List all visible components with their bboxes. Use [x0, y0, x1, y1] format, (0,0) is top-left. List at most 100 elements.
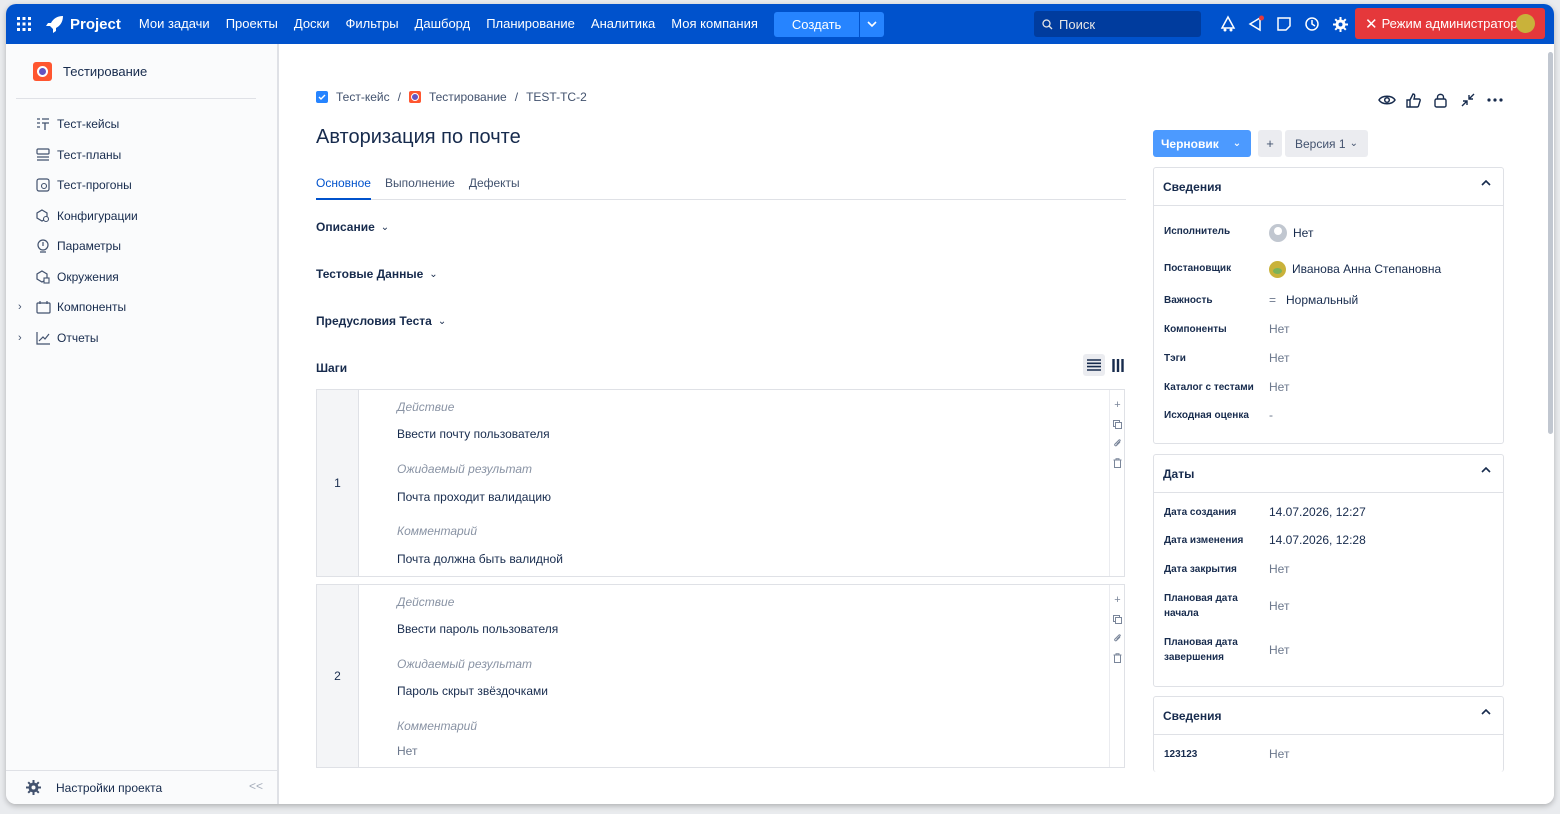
detail-key: Каталог с тестами	[1164, 382, 1254, 393]
chevron-down-icon	[867, 21, 877, 27]
breadcrumb-project[interactable]: Тестирование	[429, 90, 507, 104]
page-title[interactable]: Авторизация по почте	[316, 126, 521, 149]
step-comment-label: Комментарий	[397, 719, 478, 733]
delete-step-icon[interactable]	[1112, 652, 1123, 664]
step-number: 2	[317, 585, 359, 767]
status-dropdown[interactable]: Черновик ⌄	[1153, 130, 1251, 157]
admin-mode-button[interactable]: ✕ Режим администратора	[1355, 8, 1545, 39]
detail-value[interactable]: Нет	[1269, 380, 1289, 395]
attach-icon[interactable]	[1112, 632, 1123, 644]
chevron-up-icon	[1481, 180, 1491, 186]
create-button[interactable]: Создать	[773, 11, 860, 37]
more-button[interactable]	[1481, 90, 1508, 110]
sidebar-item-components[interactable]: › Компоненты	[16, 292, 266, 323]
breadcrumb-key[interactable]: TEST-TC-2	[526, 90, 587, 104]
history-button[interactable]	[1298, 4, 1326, 44]
chevron-down-icon: ⌄	[1349, 138, 1358, 149]
watch-button[interactable]	[1373, 90, 1400, 110]
sidebar-item-label: Параметры	[57, 239, 121, 254]
delete-step-icon[interactable]	[1112, 457, 1123, 469]
sidebar-item-parameters[interactable]: Параметры	[16, 231, 266, 262]
notifications-button[interactable]	[1214, 4, 1242, 44]
sidebar-item-configurations[interactable]: Конфигурации	[16, 201, 266, 232]
nav-projects[interactable]: Проекты	[218, 4, 286, 44]
detail-value[interactable]: Нет	[1269, 747, 1289, 762]
notes-button[interactable]	[1270, 4, 1298, 44]
test-data-section-toggle[interactable]: Тестовые Данные ⌄	[316, 267, 438, 281]
sidebar-item-reports[interactable]: › Отчеты	[16, 323, 266, 354]
panel-title: Сведения	[1163, 179, 1222, 194]
nav-boards[interactable]: Доски	[286, 4, 338, 44]
collapse-sidebar-button[interactable]: <<	[249, 779, 263, 793]
breadcrumb-type[interactable]: Тест-кейс	[336, 90, 390, 104]
step-comment[interactable]: Нет	[397, 744, 417, 758]
detail-value[interactable]: Нет	[1269, 635, 1289, 665]
step-action[interactable]: Ввести почту пользователя	[397, 427, 550, 441]
list-view-button[interactable]	[1083, 354, 1105, 376]
settings-button[interactable]	[1326, 4, 1354, 44]
step-action[interactable]: Ввести пароль пользователя	[397, 622, 558, 636]
priority-value[interactable]: = Нормальный	[1269, 293, 1358, 308]
assignee-value[interactable]: Нет	[1269, 224, 1313, 242]
search-input[interactable]: Поиск	[1034, 11, 1201, 37]
detail-value[interactable]: Нет	[1269, 322, 1289, 337]
sidebar-item-environments[interactable]: Окружения	[16, 262, 266, 293]
tab-execution[interactable]: Выполнение	[385, 176, 455, 200]
announcements-button[interactable]	[1242, 4, 1270, 44]
detail-value[interactable]: Нет	[1269, 562, 1289, 577]
details-panel-header[interactable]: Сведения	[1154, 168, 1503, 206]
project-settings-button[interactable]: Настройки проекта <<	[6, 770, 277, 804]
steps-view-switch	[1081, 354, 1129, 376]
chevron-right-icon[interactable]: ›	[16, 301, 34, 313]
page-scrollbar[interactable]	[1547, 48, 1554, 804]
nav-dashboard[interactable]: Дашборд	[407, 4, 479, 44]
lock-button[interactable]	[1427, 90, 1454, 110]
preconditions-section-toggle[interactable]: Предусловия Теста ⌄	[316, 314, 446, 328]
custom-fields-panel-header[interactable]: Сведения	[1154, 697, 1503, 735]
nav-planning[interactable]: Планирование	[478, 4, 583, 44]
sidebar-item-test-plans[interactable]: Тест-планы	[16, 140, 266, 171]
app-logo[interactable]: Project	[46, 15, 121, 33]
sidebar-item-test-runs[interactable]: Тест-прогоны	[16, 170, 266, 201]
nav-my-company[interactable]: Моя компания	[663, 4, 766, 44]
detail-value[interactable]: Нет	[1269, 351, 1289, 366]
sidebar-item-test-cases[interactable]: Тест-кейсы	[16, 109, 266, 140]
step-comment[interactable]: Почта должна быть валидной	[397, 552, 563, 566]
reporter-value[interactable]: Иванова Анна Степановна	[1269, 261, 1441, 278]
detail-value[interactable]: Нет	[1269, 591, 1289, 621]
test-step[interactable]: 1 Действие Ввести почту пользователя Ожи…	[316, 389, 1125, 577]
gear-icon	[1332, 16, 1348, 32]
nav-my-tasks[interactable]: Мои задачи	[131, 4, 218, 44]
description-section-toggle[interactable]: Описание ⌄	[316, 220, 389, 234]
sidebar-item-label: Компоненты	[57, 300, 127, 315]
priority-medium-icon: =	[1269, 293, 1277, 307]
detail-row-components: Компоненты Нет	[1164, 322, 1289, 337]
step-expected[interactable]: Почта проходит валидацию	[397, 490, 551, 504]
add-step-icon[interactable]: +	[1112, 594, 1123, 606]
copy-step-icon[interactable]	[1112, 613, 1123, 625]
test-step[interactable]: 2 Действие Ввести пароль пользователя Ож…	[316, 584, 1125, 768]
detail-key: Важность	[1164, 295, 1213, 306]
main-nav: Мои задачи Проекты Доски Фильтры Дашборд…	[131, 4, 766, 44]
nav-analytics[interactable]: Аналитика	[583, 4, 663, 44]
like-button[interactable]	[1400, 90, 1427, 110]
add-step-icon[interactable]: +	[1112, 399, 1123, 411]
collapse-view-button[interactable]	[1454, 90, 1481, 110]
project-header[interactable]: Тестирование	[33, 62, 147, 81]
create-dropdown-button[interactable]	[860, 11, 885, 37]
tab-main[interactable]: Основное	[316, 176, 371, 200]
dates-panel-header[interactable]: Даты	[1154, 455, 1503, 493]
tab-defects[interactable]: Дефекты	[469, 176, 520, 200]
user-avatar[interactable]	[1516, 14, 1535, 33]
nav-filters[interactable]: Фильтры	[338, 4, 407, 44]
copy-step-icon[interactable]	[1112, 418, 1123, 430]
grid-icon[interactable]	[8, 4, 40, 44]
version-dropdown[interactable]: Версия 1 ⌄	[1285, 130, 1368, 157]
detail-value[interactable]: -	[1269, 408, 1273, 423]
chevron-right-icon[interactable]: ›	[16, 332, 34, 344]
step-expected[interactable]: Пароль скрыт звёздочками	[397, 684, 548, 698]
attach-icon[interactable]	[1112, 437, 1123, 449]
columns-view-button[interactable]	[1107, 354, 1129, 376]
add-version-button[interactable]: +	[1258, 130, 1282, 157]
scrollbar-thumb[interactable]	[1548, 52, 1553, 434]
